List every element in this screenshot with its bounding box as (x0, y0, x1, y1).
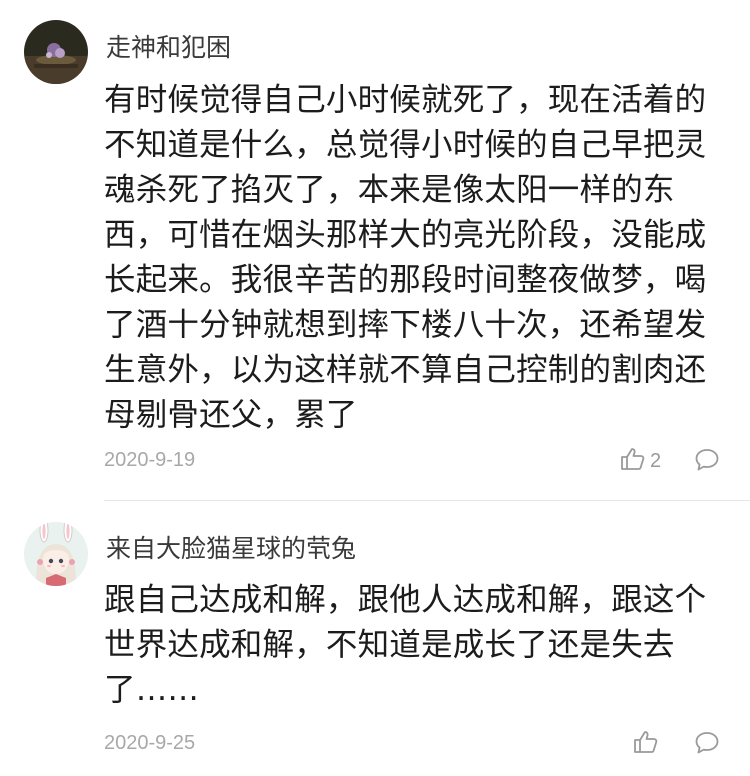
like-count: 2 (650, 449, 662, 472)
comment-item: 来自大脸猫星球的茕兔 跟自己达成和解，跟他人达成和解，跟这个 世界达成和解，不知… (0, 500, 750, 776)
reply-button[interactable] (694, 730, 720, 760)
reply-button[interactable] (694, 447, 720, 477)
comment-line: 了酒十分钟就想到摔下楼八十次，还希望发 (104, 307, 707, 343)
comment-line: 世界达成和解，不知道是成长了还是失去 (104, 627, 675, 663)
comment-line: 魂杀死了掐灭了，本来是像太阳一样的东 (104, 172, 675, 208)
like-button[interactable] (633, 729, 663, 759)
comment-line: 母剔骨还父，累了 (104, 397, 358, 433)
comment-bubble-icon (694, 449, 720, 477)
comment-line: 跟自己达成和解，跟他人达成和解，跟这个 (104, 582, 707, 618)
comment-date: 2020-9-19 (104, 449, 196, 471)
avatar[interactable] (24, 522, 88, 586)
comment-item: 走神和犯困 有时候觉得自己小时候就死了，现在活着的 不知道是什么，总觉得小时候的… (0, 0, 750, 500)
avatar[interactable] (24, 20, 88, 84)
comment-bubble-icon (694, 732, 720, 760)
username[interactable]: 来自大脸猫星球的茕兔 (106, 534, 356, 564)
comment-date: 2020-9-25 (104, 732, 196, 754)
comment-line: 有时候觉得自己小时候就死了，现在活着的 (104, 82, 707, 118)
comment-line: 长起来。我很辛苦的那段时间整夜做梦，喝 (104, 262, 707, 298)
comment-text: 跟自己达成和解，跟他人达成和解，跟这个 世界达成和解，不知道是成长了还是失去 了… (104, 578, 724, 713)
comment-line: 不知道是什么，总觉得小时候的自己早把灵 (104, 127, 707, 163)
comment-line: 生意外，以为这样就不算自己控制的割肉还 (104, 352, 707, 388)
comment-line: 了…… (104, 672, 200, 708)
comment-text: 有时候觉得自己小时候就死了，现在活着的 不知道是什么，总觉得小时候的自己早把灵 … (104, 78, 724, 438)
like-button[interactable]: 2 (620, 446, 661, 476)
thumbs-up-icon (620, 446, 646, 476)
comment-line: 西，可惜在烟头那样大的亮光阶段，没能成 (104, 217, 707, 253)
thumbs-up-icon (633, 729, 659, 759)
username[interactable]: 走神和犯困 (106, 33, 231, 63)
